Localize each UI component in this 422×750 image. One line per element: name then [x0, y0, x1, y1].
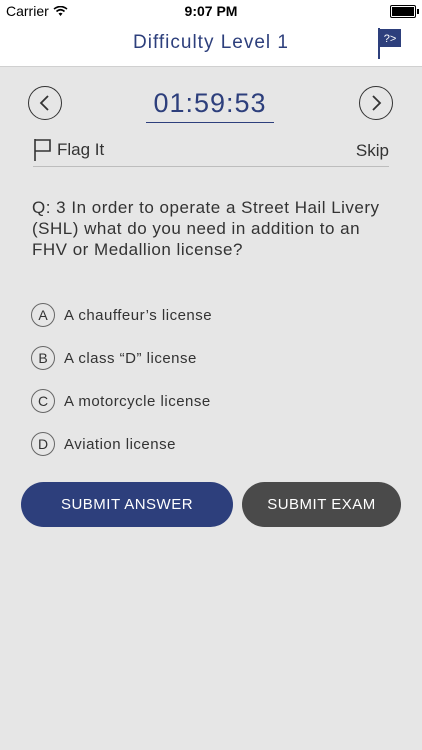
- answer-option-a[interactable]: A A chauffeur’s license: [31, 303, 212, 327]
- skip-button[interactable]: Skip: [356, 141, 389, 161]
- answer-option-b[interactable]: B A class “D” license: [31, 346, 197, 370]
- option-label: A motorcycle license: [64, 392, 211, 410]
- option-letter-badge: A: [31, 303, 55, 327]
- previous-question-button[interactable]: [28, 86, 62, 120]
- flag-question-icon: ?>: [378, 28, 401, 59]
- submit-exam-button[interactable]: SUBMIT EXAM: [242, 482, 401, 527]
- status-bar: Carrier 9:07 PM: [0, 0, 422, 22]
- answer-option-d[interactable]: D Aviation license: [31, 432, 176, 456]
- option-letter-badge: C: [31, 389, 55, 413]
- chevron-left-icon: [39, 95, 49, 111]
- option-letter-badge: D: [31, 432, 55, 456]
- svg-text:?>: ?>: [384, 33, 397, 45]
- option-label: A chauffeur’s license: [64, 306, 213, 324]
- battery-icon: [390, 5, 419, 18]
- flag-question-button[interactable]: ?>: [376, 26, 404, 60]
- flag-it-label: Flag It: [57, 140, 105, 159]
- question-text: Q: 3 In order to operate a Street Hail L…: [32, 198, 380, 259]
- next-question-button[interactable]: [359, 86, 393, 120]
- page-title: Difficulty Level 1: [133, 32, 289, 53]
- status-time: 9:07 PM: [184, 3, 238, 19]
- nav-bar: Difficulty Level 1 ?>: [0, 22, 422, 67]
- option-letter-badge: B: [31, 346, 55, 370]
- flag-outline-icon: [34, 139, 51, 161]
- option-label: A class “D” license: [64, 349, 197, 367]
- chevron-right-icon: [372, 95, 382, 111]
- answer-option-c[interactable]: C A motorcycle license: [31, 389, 211, 413]
- submit-answer-button[interactable]: SUBMIT ANSWER: [21, 482, 233, 527]
- flag-skip-row: Flag It Skip: [33, 138, 389, 167]
- countdown-timer: 01:59:53: [146, 86, 274, 123]
- flag-it-button[interactable]: Flag It: [33, 138, 104, 162]
- option-label: Aviation license: [64, 435, 176, 453]
